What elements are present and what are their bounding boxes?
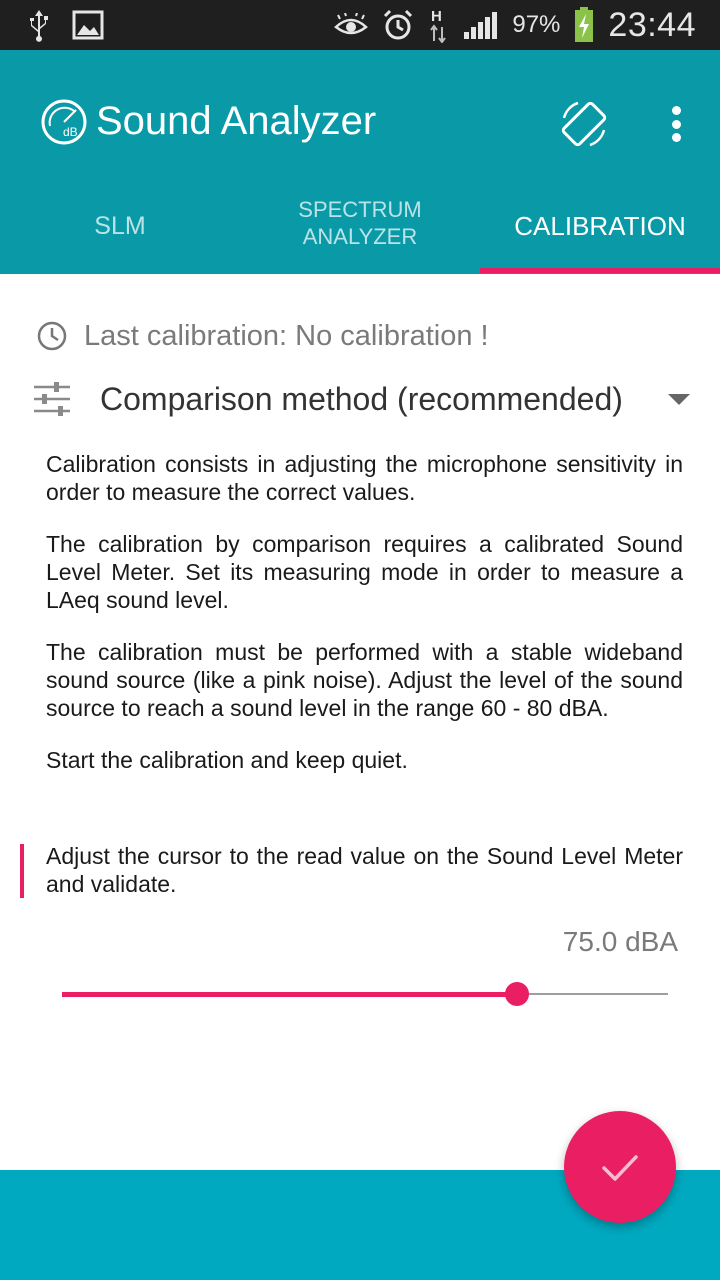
slider-thumb[interactable] — [505, 982, 529, 1006]
slider-fill — [62, 992, 517, 997]
screen-rotation-icon — [561, 101, 607, 147]
adjust-instruction: Adjust the cursor to the read value on t… — [20, 842, 683, 898]
description-paragraph: Calibration consists in adjusting the mi… — [46, 451, 683, 505]
description-paragraph: The calibration must be performed with a… — [46, 639, 683, 721]
alarm-icon — [382, 9, 414, 41]
battery-percent: 97% — [512, 11, 561, 38]
tab-spectrum-analyzer-label: SPECTRUM ANALYZER — [298, 197, 422, 249]
svg-text:H: H — [431, 8, 442, 25]
calibration-description: Calibration consists in adjusting the mi… — [46, 450, 683, 798]
instruction-text: Adjust the cursor to the read value on t… — [46, 843, 683, 897]
battery-charging-icon — [574, 7, 594, 43]
tune-sliders-icon — [32, 379, 72, 419]
signal-icon — [462, 10, 498, 40]
last-calibration-row: Last calibration: No calibration ! — [36, 318, 489, 354]
db-gauge-icon: dB — [40, 98, 88, 146]
more-vert-icon — [671, 106, 681, 115]
more-options-button[interactable] — [660, 100, 692, 148]
calibration-slider[interactable] — [62, 980, 668, 1008]
tab-slm[interactable]: SLM — [0, 178, 240, 274]
screen-rotation-button[interactable] — [556, 96, 612, 152]
tab-bar: SLM SPECTRUM ANALYZER CALIBRATION — [0, 178, 720, 274]
last-calibration-text: Last calibration: No calibration ! — [84, 319, 489, 352]
tab-calibration[interactable]: CALIBRATION — [480, 178, 720, 274]
validate-button[interactable] — [564, 1111, 676, 1223]
description-paragraph: The calibration by comparison requires a… — [46, 531, 683, 613]
image-icon — [72, 10, 104, 40]
usb-icon — [26, 8, 52, 42]
status-clock: 23:44 — [608, 5, 696, 44]
tab-indicator — [480, 268, 720, 273]
eye-icon — [334, 13, 369, 37]
app-title: Sound Analyzer — [96, 99, 377, 143]
calibration-method-select[interactable]: Comparison method (recommended) — [32, 376, 692, 422]
dropdown-arrow-icon — [668, 393, 690, 405]
calibration-method-value: Comparison method (recommended) — [100, 380, 623, 417]
tab-spectrum-analyzer[interactable]: SPECTRUM ANALYZER — [240, 178, 480, 274]
history-clock-icon — [36, 320, 68, 352]
instruction-accent-bar — [20, 844, 24, 898]
check-icon — [602, 1155, 638, 1181]
svg-text:dB: dB — [63, 125, 78, 139]
calibration-value: 75.0 dBA — [562, 926, 678, 957]
status-bar: H 97% 23:44 — [0, 0, 720, 50]
description-paragraph: Start the calibration and keep quiet. — [46, 747, 408, 773]
data-arrows-icon: H — [428, 7, 448, 43]
